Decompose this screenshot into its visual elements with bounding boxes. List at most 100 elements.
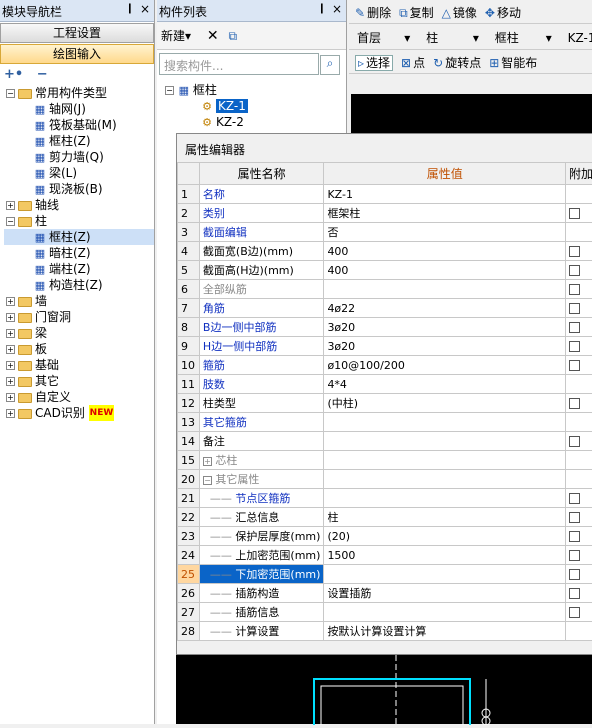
delete-icon[interactable]: ✕ xyxy=(207,28,219,44)
checkbox[interactable] xyxy=(569,531,580,542)
type-select[interactable]: 柱 ▾ xyxy=(424,29,481,46)
checkbox[interactable] xyxy=(569,398,580,409)
checkbox[interactable] xyxy=(569,284,580,295)
component-item[interactable]: − ▦框柱 xyxy=(165,82,346,98)
floor-select[interactable]: 首层 ▾ xyxy=(355,29,412,46)
search-icon[interactable]: ⌕ xyxy=(320,55,340,75)
checkbox[interactable] xyxy=(569,607,580,618)
checkbox[interactable] xyxy=(569,550,580,561)
checkbox[interactable] xyxy=(569,265,580,276)
tree-item[interactable]: ▦筏板基础(M) xyxy=(4,117,154,133)
property-value[interactable] xyxy=(324,489,566,508)
toolbar-button[interactable]: △镜像 xyxy=(442,6,477,20)
expand-icon[interactable]: + xyxy=(6,201,15,210)
property-value[interactable]: 4ø22 xyxy=(324,299,566,318)
draw-tool-button[interactable]: ▹选择 xyxy=(355,55,393,71)
draw-tool-button[interactable]: ⊞智能布 xyxy=(489,56,537,70)
property-value[interactable] xyxy=(324,470,566,489)
property-value[interactable]: (中柱) xyxy=(324,394,566,413)
tree-item[interactable]: ▦构造柱(Z) xyxy=(4,277,154,293)
property-row[interactable]: 6全部纵筋 xyxy=(178,280,592,299)
checkbox[interactable] xyxy=(569,588,580,599)
close-icon[interactable]: × xyxy=(332,2,342,16)
copy-icon[interactable]: ⧉ xyxy=(228,29,237,43)
property-value[interactable]: 3ø20 xyxy=(324,337,566,356)
collapse-icon[interactable]: − xyxy=(6,89,15,98)
property-value[interactable]: (20) xyxy=(324,527,566,546)
subtype-select[interactable]: 框柱 ▾ xyxy=(493,29,554,46)
toolbar-button[interactable]: ⧉复制 xyxy=(399,6,434,20)
checkbox[interactable] xyxy=(569,341,580,352)
component-item[interactable]: ⚙KZ-2 xyxy=(165,114,346,130)
property-row[interactable]: 9H边一侧中部筋3ø20 xyxy=(178,337,592,356)
draw-tool-button[interactable]: ⊠点 xyxy=(401,56,425,70)
property-row[interactable]: 20− 其它属性 xyxy=(178,470,592,489)
property-value[interactable]: 否 xyxy=(324,223,566,242)
property-row[interactable]: 26 —— 插筋构造设置插筋 xyxy=(178,584,592,603)
draw-tool-button[interactable]: ↻旋转点 xyxy=(433,56,481,70)
property-value[interactable] xyxy=(324,603,566,622)
property-value[interactable] xyxy=(324,413,566,432)
property-value[interactable]: 1500 xyxy=(324,546,566,565)
collapse-icon[interactable]: − xyxy=(203,476,212,485)
tree-item[interactable]: ▦剪力墙(Q) xyxy=(4,149,154,165)
tree-item[interactable]: ▦轴网(J) xyxy=(4,101,154,117)
tree-item[interactable]: +自定义 xyxy=(4,389,154,405)
expand-icon[interactable]: + xyxy=(6,361,15,370)
property-row[interactable]: 28 —— 计算设置按默认计算设置计算 xyxy=(178,622,592,641)
tree-item[interactable]: +梁 xyxy=(4,325,154,341)
property-value[interactable] xyxy=(324,565,566,584)
expand-icon[interactable]: + xyxy=(6,393,15,402)
property-value[interactable]: KZ-1 xyxy=(324,185,566,204)
property-row[interactable]: 10箍筋ø10@100/200 xyxy=(178,356,592,375)
property-row[interactable]: 22 —— 汇总信息柱 xyxy=(178,508,592,527)
checkbox[interactable] xyxy=(569,208,580,219)
property-row[interactable]: 2类别框架柱 xyxy=(178,204,592,223)
property-row[interactable]: 25 —— 下加密范围(mm) xyxy=(178,565,592,584)
expand-all-icon[interactable]: +• xyxy=(4,67,23,82)
property-value[interactable]: 框架柱 xyxy=(324,204,566,223)
component-item[interactable]: ⚙KZ-1 xyxy=(165,98,346,114)
property-value[interactable]: ø10@100/200 xyxy=(324,356,566,375)
tree-item[interactable]: +墙 xyxy=(4,293,154,309)
tree-item[interactable]: ▦梁(L) xyxy=(4,165,154,181)
expand-icon[interactable]: + xyxy=(6,297,15,306)
property-row[interactable]: 13其它箍筋 xyxy=(178,413,592,432)
checkbox[interactable] xyxy=(569,569,580,580)
tree-item[interactable]: −柱 xyxy=(4,213,154,229)
element-select[interactable]: KZ-1 xyxy=(566,31,592,45)
property-row[interactable]: 21 —— 节点区箍筋 xyxy=(178,489,592,508)
property-row[interactable]: 11肢数4*4 xyxy=(178,375,592,394)
tree-item[interactable]: +板 xyxy=(4,341,154,357)
tree-item[interactable]: ▦暗柱(Z) xyxy=(4,245,154,261)
checkbox[interactable] xyxy=(569,436,580,447)
checkbox[interactable] xyxy=(569,303,580,314)
close-icon[interactable]: × xyxy=(140,2,150,16)
expand-icon[interactable]: + xyxy=(6,313,15,322)
checkbox[interactable] xyxy=(569,246,580,257)
new-component-button[interactable]: 新建▾ xyxy=(161,29,197,43)
drawing-canvas[interactable] xyxy=(351,94,592,134)
tree-item[interactable]: ▦端柱(Z) xyxy=(4,261,154,277)
toolbar-button[interactable]: ✥移动 xyxy=(485,6,521,20)
property-value[interactable]: 4*4 xyxy=(324,375,566,394)
checkbox[interactable] xyxy=(569,493,580,504)
tree-item[interactable]: +其它 xyxy=(4,373,154,389)
expand-icon[interactable]: + xyxy=(6,329,15,338)
property-row[interactable]: 7角筋4ø22 xyxy=(178,299,592,318)
tree-item[interactable]: ▦现浇板(B) xyxy=(4,181,154,197)
project-settings-button[interactable]: 工程设置 xyxy=(0,23,154,43)
property-row[interactable]: 14备注 xyxy=(178,432,592,451)
property-row[interactable]: 8B边一侧中部筋3ø20 xyxy=(178,318,592,337)
collapse-icon[interactable]: − xyxy=(6,217,15,226)
tree-item[interactable]: +CAD识别 NEW xyxy=(4,405,154,421)
property-value[interactable] xyxy=(324,280,566,299)
expand-icon[interactable]: + xyxy=(6,377,15,386)
property-row[interactable]: 27 —— 插筋信息 xyxy=(178,603,592,622)
property-value[interactable]: 3ø20 xyxy=(324,318,566,337)
tree-item[interactable]: ▦框柱(Z) xyxy=(4,133,154,149)
collapse-all-icon[interactable]: − xyxy=(37,67,48,82)
tree-item[interactable]: +基础 xyxy=(4,357,154,373)
collapse-icon[interactable]: − xyxy=(165,86,174,95)
drawing-input-button[interactable]: 绘图输入 xyxy=(0,44,154,64)
